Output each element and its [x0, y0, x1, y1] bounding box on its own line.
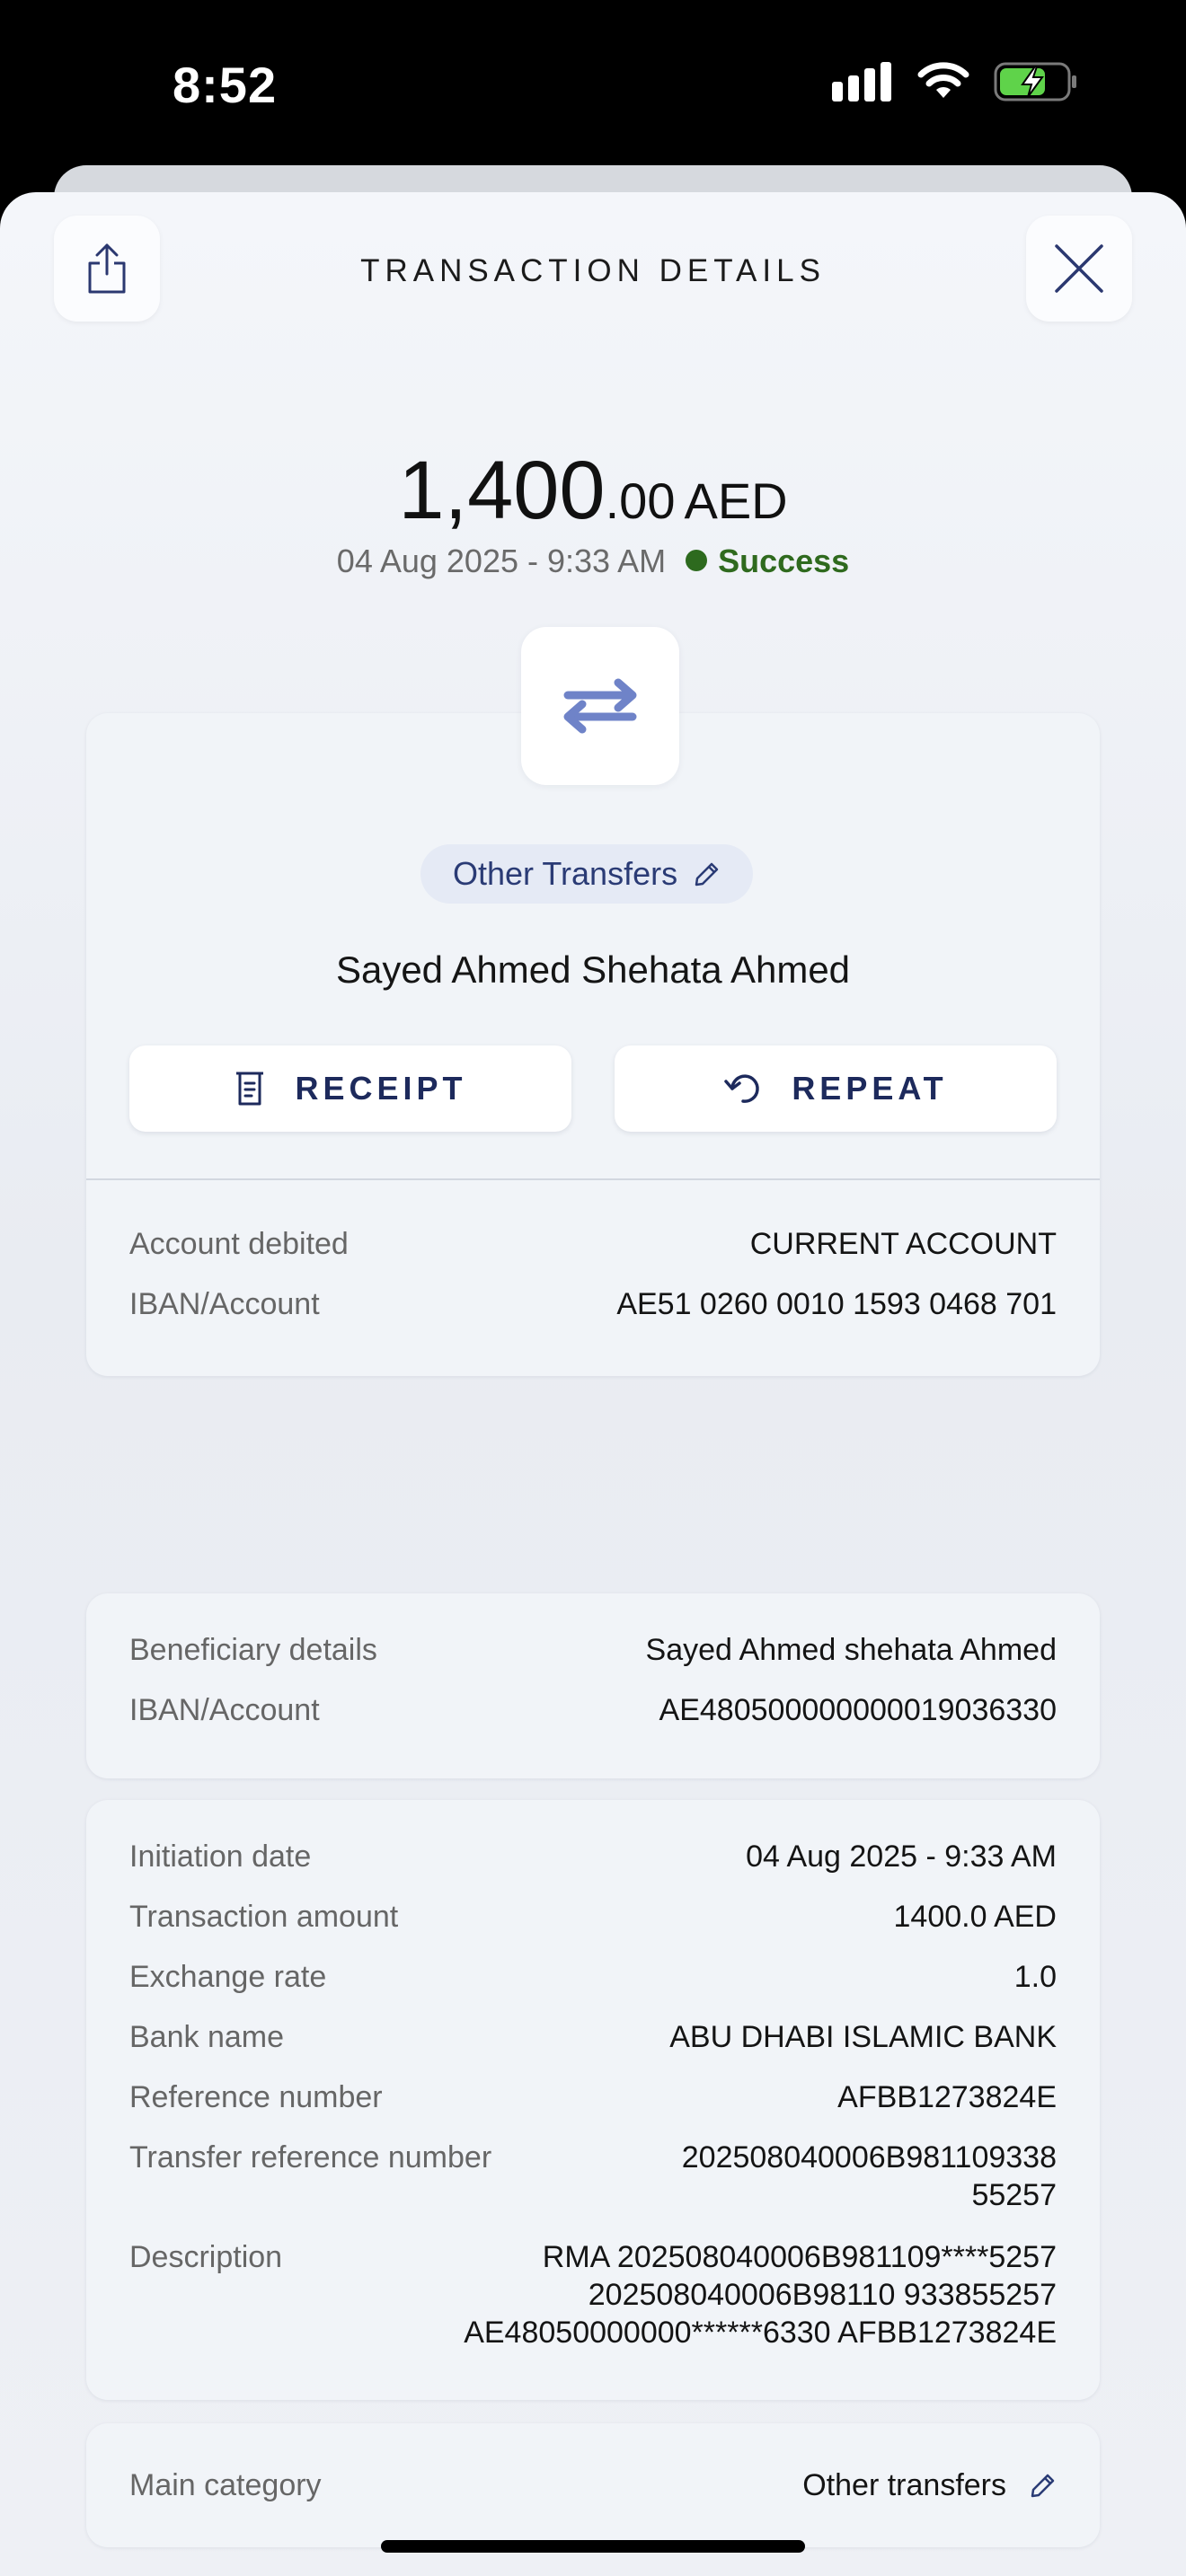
detail-label: Initiation date: [129, 1839, 312, 1874]
page-title: TRANSACTION DETAILS: [360, 253, 826, 288]
detail-label: Exchange rate: [129, 1960, 327, 1994]
detail-row: Transfer reference number 202508040006B9…: [129, 2139, 1057, 2214]
transaction-amount: 1,400.00 AED: [0, 444, 1186, 538]
repeat-label: REPEAT: [792, 1070, 948, 1107]
detail-row: Transaction amount 1400.0 AED: [129, 1898, 1057, 1936]
status-dot-icon: [686, 550, 708, 572]
status-bar: 8:52: [0, 0, 1186, 171]
detail-value: 04 Aug 2025 - 9:33 AM: [746, 1839, 1057, 1874]
detail-value: 202508040006B981109338 55257: [682, 2139, 1057, 2214]
detail-label: Main category: [129, 2468, 322, 2502]
detail-row: Exchange rate 1.0: [129, 1958, 1057, 1996]
home-indicator[interactable]: [381, 2540, 805, 2553]
detail-row: Bank name ABU DHABI ISLAMIC BANK: [129, 2018, 1057, 2056]
detail-row: Main category Other transfers: [129, 2466, 1057, 2504]
detail-label: Bank name: [129, 2020, 284, 2054]
detail-value: 1400.0 AED: [893, 1900, 1057, 1934]
transaction-details-card: Initiation date 04 Aug 2025 - 9:33 AM Tr…: [86, 1800, 1100, 2400]
detail-row: Beneficiary details Sayed Ahmed shehata …: [129, 1631, 1057, 1669]
divider: [86, 1178, 1100, 1180]
detail-value: AE480500000000019036330: [659, 1693, 1057, 1727]
detail-label: Beneficiary details: [129, 1633, 377, 1667]
category-pill[interactable]: Other Transfers: [420, 844, 754, 904]
close-button[interactable]: [1026, 216, 1132, 322]
detail-value: 1.0: [1013, 1960, 1057, 1994]
detail-value: AE51 0260 0010 1593 0468 701: [616, 1287, 1057, 1321]
transfer-type-badge: [521, 627, 679, 785]
beneficiary-card: Beneficiary details Sayed Ahmed shehata …: [86, 1593, 1100, 1778]
repeat-icon: [724, 1074, 760, 1103]
transaction-summary-card: Other Transfers Sayed Ahmed Shehata Ahme…: [86, 713, 1100, 1376]
status-icons: [832, 61, 1078, 102]
main-category-card[interactable]: Main category Other transfers: [86, 2423, 1100, 2547]
receipt-icon: [236, 1072, 264, 1106]
detail-value: CURRENT ACCOUNT: [749, 1227, 1057, 1261]
detail-row: Initiation date 04 Aug 2025 - 9:33 AM: [129, 1838, 1057, 1875]
transaction-details-sheet: TRANSACTION DETAILS 1,400.00 AED 04 Aug 2…: [0, 192, 1186, 2576]
detail-label: Description: [129, 2240, 283, 2274]
detail-value: RMA 202508040006B981109****5257 20250804…: [464, 2238, 1057, 2351]
detail-row: Account debited CURRENT ACCOUNT: [129, 1225, 1057, 1263]
main-category-value: Other transfers: [802, 2468, 1006, 2502]
detail-label: Transaction amount: [129, 1900, 399, 1934]
amount-currency: AED: [684, 472, 788, 529]
amount-integer: 1,400: [398, 445, 606, 536]
edit-pencil-icon: [695, 862, 719, 887]
detail-label: IBAN/Account: [129, 1693, 320, 1727]
category-label: Other Transfers: [453, 855, 678, 892]
detail-value-line: RMA 202508040006B981109****5257: [542, 2240, 1057, 2274]
detail-label: Account debited: [129, 1227, 349, 1261]
battery-charging-icon: [994, 62, 1076, 101]
transaction-datetime: 04 Aug 2025 - 9:33 AM: [336, 543, 667, 579]
detail-row: Reference number AFBB1273824E: [129, 2078, 1057, 2116]
status-time: 8:52: [173, 57, 278, 113]
detail-row: Description RMA 202508040006B981109****5…: [129, 2238, 1057, 2351]
status-badge: Success: [718, 543, 850, 579]
receipt-button[interactable]: RECEIPT: [129, 1045, 571, 1132]
edit-pencil-icon[interactable]: [1030, 2472, 1057, 2499]
wifi-icon: [917, 62, 969, 98]
detail-row: IBAN/Account AE480500000000019036330: [129, 1691, 1057, 1729]
detail-row: IBAN/Account AE51 0260 0010 1593 0468 70…: [129, 1285, 1057, 1323]
detail-value: ABU DHABI ISLAMIC BANK: [669, 2020, 1057, 2054]
detail-value: Sayed Ahmed shehata Ahmed: [645, 1633, 1057, 1667]
detail-value-line: 55257: [971, 2178, 1057, 2212]
transfer-arrows-icon: [563, 678, 637, 734]
transaction-meta: 04 Aug 2025 - 9:33 AM Success: [0, 543, 1186, 580]
detail-label: Reference number: [129, 2080, 383, 2114]
amount-decimal: .00: [605, 472, 676, 529]
detail-value-line: AE48050000000******6330 AFBB1273824E: [464, 2316, 1057, 2350]
close-icon: [1055, 244, 1103, 293]
detail-value: AFBB1273824E: [837, 2080, 1057, 2114]
cellular-signal-icon: [832, 62, 891, 101]
detail-value-line: 202508040006B98110 933855257: [588, 2278, 1057, 2312]
receipt-label: RECEIPT: [295, 1070, 467, 1107]
payee-name: Sayed Ahmed Shehata Ahmed: [335, 948, 851, 991]
repeat-button[interactable]: REPEAT: [615, 1045, 1057, 1132]
detail-value: Other transfers: [802, 2466, 1057, 2504]
detail-label: Transfer reference number: [129, 2140, 492, 2175]
detail-value-line: 202508040006B981109338: [681, 2140, 1057, 2175]
detail-label: IBAN/Account: [129, 1287, 320, 1321]
